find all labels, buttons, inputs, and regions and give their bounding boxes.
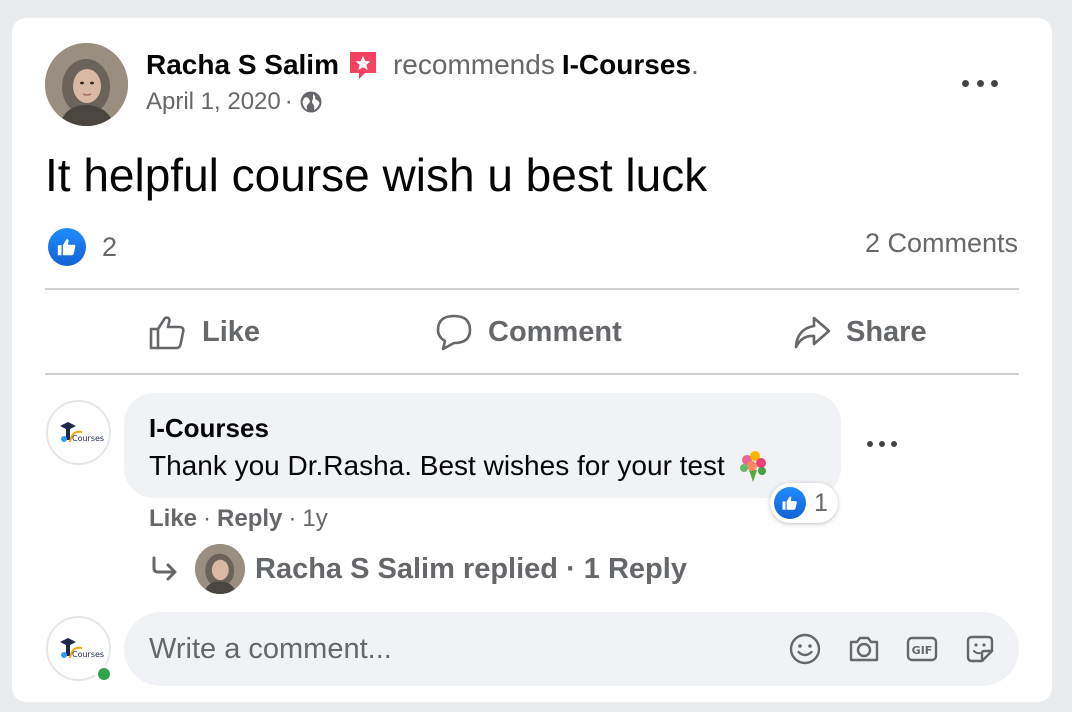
comment-meta: Like · Reply · 1y [149,505,328,533]
comment-time[interactable]: 1y [302,505,327,533]
comment-more-options-button[interactable] [867,436,897,452]
online-status-indicator [95,665,113,683]
meta-separator: · [203,505,212,532]
comments-count-link[interactable]: 2 Comments [865,228,1018,259]
svg-text:GIF: GIF [912,644,933,657]
speech-bubble-icon [436,314,472,351]
recommended-page-name[interactable]: I-Courses [562,49,691,81]
post-more-options-button[interactable] [962,73,998,93]
comment-text-line: Thank you Dr.Rasha. Best wishes for your… [149,448,771,484]
recommends-label: recommends [392,49,555,80]
svg-text:Courses: Courses [72,650,104,659]
bouquet-emoji-icon [735,448,771,484]
share-button-label: Share [846,315,927,348]
gif-icon[interactable]: GIF [905,632,939,666]
like-button-label: Like [202,315,261,348]
comment-button[interactable]: Comment [434,310,622,354]
comment-reply-link[interactable]: Reply [217,505,282,533]
comment-author-name[interactable]: I-Courses [149,413,269,444]
current-user-avatar[interactable]: Courses [46,616,113,683]
comment-text: Thank you Dr.Rasha. Best wishes for your… [149,450,725,481]
smiley-icon[interactable] [788,632,822,666]
meta-separator: · [288,505,297,532]
commenter-avatar[interactable]: Courses [46,400,111,465]
i-courses-logo-icon: Courses [48,402,109,463]
reply-arrow-icon [152,556,177,581]
post-timestamp-line: April 1, 2020 · [146,88,323,116]
like-reaction-icon [48,228,86,266]
share-arrow-icon [794,316,831,349]
comment-button-label: Comment [488,315,622,348]
recommend-star-icon [347,49,379,81]
comment-reaction-badge[interactable]: 1 [770,483,838,523]
post-author-name[interactable]: Racha S Salim [146,49,339,81]
svg-text:Courses: Courses [72,434,104,443]
camera-icon[interactable] [847,632,881,666]
date-separator: · [284,88,293,115]
comment-reaction-count: 1 [814,488,828,517]
replier-avatar [195,544,245,594]
reaction-summary[interactable]: 2 [48,228,117,266]
divider [45,288,1019,290]
like-button[interactable]: Like [148,310,260,354]
post-text: It helpful course wish u best luck [45,149,708,201]
comment-like-link[interactable]: Like [149,505,197,533]
like-reaction-icon [774,487,806,519]
sticker-icon[interactable] [963,632,997,666]
globe-icon [299,90,323,114]
divider [45,373,1019,375]
reaction-count: 2 [102,231,118,262]
post-header-line: Racha S Salim recommends I-Courses . [146,47,699,83]
thumbs-up-icon [149,316,185,350]
view-replies-link[interactable]: Racha S Salim replied · 1 Reply [149,543,687,595]
woman-portrait-icon [195,544,245,594]
woman-portrait-icon [45,43,128,126]
comment-bubble: I-Courses Thank you Dr.Rasha. Best wishe… [124,393,841,498]
share-button[interactable]: Share [792,310,927,354]
post-date[interactable]: April 1, 2020 [146,88,281,116]
reply-summary: Racha S Salim replied · 1 Reply [255,552,687,585]
comment-composer: GIF [124,612,1019,686]
post-card: Racha S Salim recommends I-Courses . Apr… [12,18,1052,702]
page-name-suffix: . [690,49,699,80]
author-avatar[interactable] [45,43,128,126]
comment-input[interactable] [149,612,749,686]
